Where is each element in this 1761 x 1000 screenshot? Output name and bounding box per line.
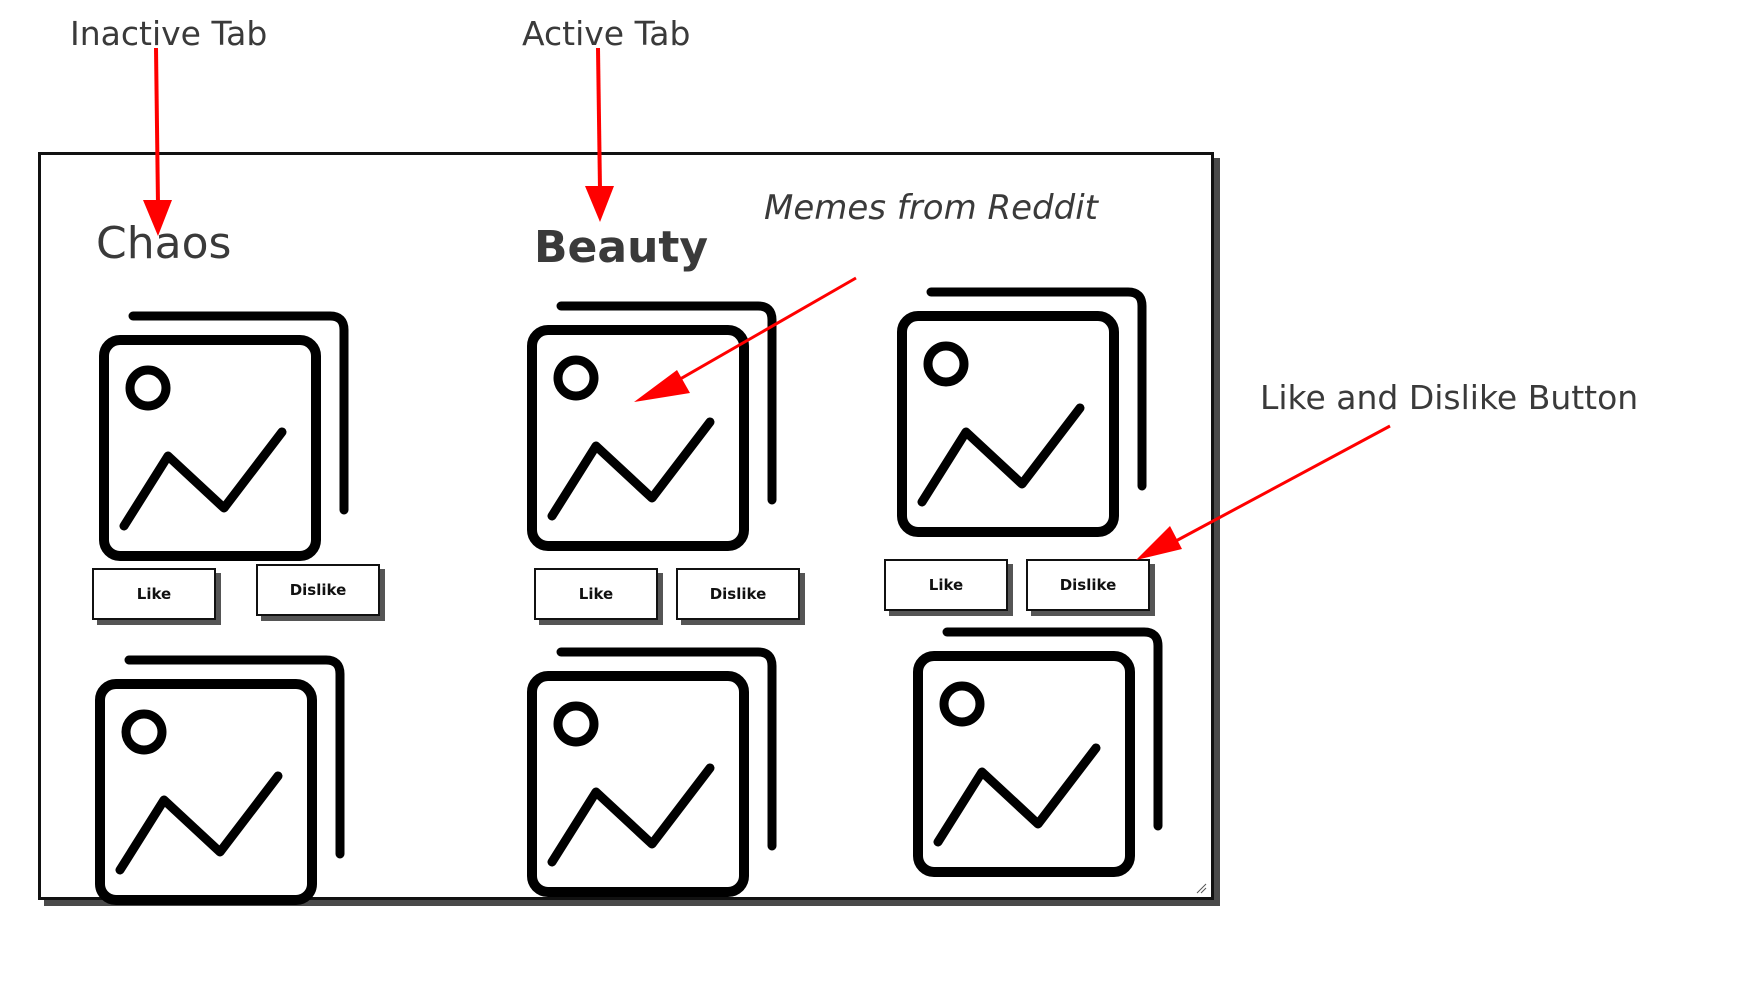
tab-beauty[interactable]: Beauty <box>534 222 708 273</box>
dislike-button[interactable]: Dislike <box>1026 559 1150 611</box>
image-icon <box>527 647 777 897</box>
like-button[interactable]: Like <box>534 568 658 620</box>
like-button[interactable]: Like <box>884 559 1008 611</box>
tab-chaos[interactable]: Chaos <box>96 218 231 269</box>
image-icon <box>99 311 349 561</box>
annotation-active-tab: Active Tab <box>522 14 691 53</box>
annotation-inactive-tab: Inactive Tab <box>70 14 268 53</box>
image-icon <box>527 301 777 551</box>
image-icon <box>897 287 1147 537</box>
annotation-like-dislike-button: Like and Dislike Button <box>1260 378 1639 417</box>
dislike-button[interactable]: Dislike <box>676 568 800 620</box>
page-subtitle: Memes from Reddit <box>764 188 1098 228</box>
like-button[interactable]: Like <box>92 568 216 620</box>
image-icon <box>95 655 345 905</box>
image-icon <box>913 627 1163 877</box>
dislike-button[interactable]: Dislike <box>256 564 380 616</box>
resize-grip-icon[interactable] <box>1195 881 1207 894</box>
